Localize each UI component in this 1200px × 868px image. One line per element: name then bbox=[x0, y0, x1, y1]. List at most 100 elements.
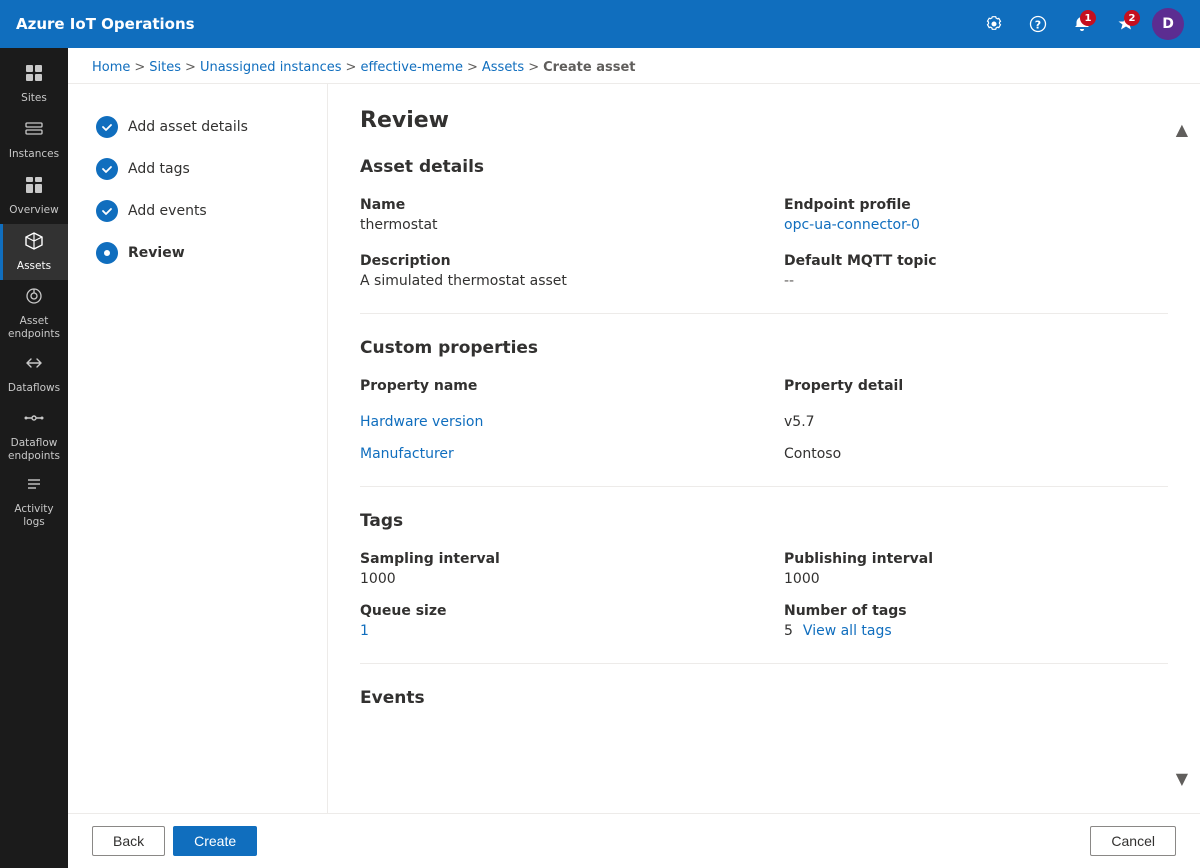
breadcrumb-assets[interactable]: Assets bbox=[482, 60, 524, 75]
sidebar-label-overview: Overview bbox=[9, 204, 58, 217]
step-label-4: Review bbox=[128, 245, 185, 261]
sidebar-item-overview[interactable]: Overview bbox=[0, 168, 68, 224]
settings-button[interactable] bbox=[976, 6, 1012, 42]
review-title: Review bbox=[360, 108, 1168, 133]
dataflow-endpoints-icon bbox=[24, 408, 44, 433]
section-asset-details-title: Asset details bbox=[360, 157, 1168, 177]
top-nav: Azure IoT Operations ? 1 2 D bbox=[0, 0, 1200, 48]
sidebar-item-sites[interactable]: Sites bbox=[0, 56, 68, 112]
mqtt-value: -- bbox=[784, 273, 1168, 289]
publishing-value: 1000 bbox=[784, 571, 1168, 587]
step-circle-4 bbox=[96, 242, 118, 264]
queue-value: 1 bbox=[360, 623, 744, 639]
queue-label: Queue size bbox=[360, 603, 744, 619]
overview-icon bbox=[24, 175, 44, 200]
review-content: Review Asset details Name thermostat End… bbox=[328, 84, 1200, 813]
sidebar-label-assets: Assets bbox=[17, 260, 51, 273]
divider-3 bbox=[360, 663, 1168, 664]
property-value-0: v5.7 bbox=[784, 414, 1168, 430]
num-tags-value: 5 bbox=[784, 623, 793, 639]
step-circle-3 bbox=[96, 200, 118, 222]
step-label-3: Add events bbox=[128, 203, 207, 219]
breadcrumb-unassigned[interactable]: Unassigned instances bbox=[200, 60, 342, 75]
content-area: Home > Sites > Unassigned instances > ef… bbox=[68, 48, 1200, 868]
property-name-header: Property name bbox=[360, 378, 744, 394]
wizard-sidebar: Add asset details Add tags Add events bbox=[68, 84, 328, 813]
detail-queue: Queue size 1 bbox=[360, 603, 744, 639]
step-circle-2 bbox=[96, 158, 118, 180]
assets-icon bbox=[24, 231, 44, 256]
svg-text:?: ? bbox=[1035, 19, 1041, 32]
tags-grid-2: Queue size 1 Number of tags 5 View all t… bbox=[360, 603, 1168, 639]
sampling-value: 1000 bbox=[360, 571, 744, 587]
mqtt-label: Default MQTT topic bbox=[784, 253, 1168, 269]
breadcrumb-home[interactable]: Home bbox=[92, 60, 130, 75]
sidebar-item-dataflows[interactable]: Dataflows bbox=[0, 346, 68, 402]
property-row-1: Manufacturer Contoso bbox=[360, 446, 1168, 462]
property-row-0: Hardware version v5.7 bbox=[360, 414, 1168, 430]
description-value: A simulated thermostat asset bbox=[360, 273, 744, 289]
sidebar-label-activity-logs: Activity logs bbox=[4, 503, 64, 528]
detail-name: Name thermostat bbox=[360, 197, 744, 233]
breadcrumb-current: Create asset bbox=[543, 60, 635, 75]
property-value-1: Contoso bbox=[784, 446, 1168, 462]
sidebar-label-sites: Sites bbox=[21, 92, 47, 105]
property-name-1: Manufacturer bbox=[360, 446, 744, 462]
scroll-down-indicator: ▼ bbox=[1176, 769, 1188, 788]
property-name-0: Hardware version bbox=[360, 414, 744, 430]
breadcrumb: Home > Sites > Unassigned instances > ef… bbox=[68, 48, 1200, 84]
help-button[interactable]: ? bbox=[1020, 6, 1056, 42]
sidebar-label-dataflow-endpoints: Dataflow endpoints bbox=[4, 437, 64, 462]
endpoint-label: Endpoint profile bbox=[784, 197, 1168, 213]
step-label-1: Add asset details bbox=[128, 119, 248, 135]
detail-num-tags: Number of tags 5 View all tags bbox=[784, 603, 1168, 639]
inner-layout: Add asset details Add tags Add events bbox=[68, 84, 1200, 813]
top-nav-icons: ? 1 2 D bbox=[976, 6, 1184, 42]
detail-description: Description A simulated thermostat asset bbox=[360, 253, 744, 289]
sidebar: Sites Instances Overview bbox=[0, 48, 68, 868]
dataflows-icon bbox=[24, 353, 44, 378]
wizard-step-add-tags[interactable]: Add tags bbox=[84, 150, 311, 188]
custom-properties-header: Property name Property detail bbox=[360, 378, 1168, 398]
step-label-2: Add tags bbox=[128, 161, 190, 177]
wizard-step-add-asset-details[interactable]: Add asset details bbox=[84, 108, 311, 146]
sidebar-item-assets[interactable]: Assets bbox=[0, 224, 68, 280]
wizard-step-review[interactable]: Review bbox=[84, 234, 311, 272]
cancel-button[interactable]: Cancel bbox=[1090, 826, 1176, 856]
publishing-label: Publishing interval bbox=[784, 551, 1168, 567]
sites-icon bbox=[24, 63, 44, 88]
main-layout: Sites Instances Overview bbox=[0, 48, 1200, 868]
description-label: Description bbox=[360, 253, 744, 269]
step-circle-1 bbox=[96, 116, 118, 138]
user-avatar[interactable]: D bbox=[1152, 8, 1184, 40]
sidebar-label-asset-endpoints: Asset endpoints bbox=[4, 315, 64, 340]
name-label: Name bbox=[360, 197, 744, 213]
detail-mqtt: Default MQTT topic -- bbox=[784, 253, 1168, 289]
scroll-up-indicator: ▲ bbox=[1176, 120, 1188, 139]
name-value: thermostat bbox=[360, 217, 744, 233]
breadcrumb-sites[interactable]: Sites bbox=[149, 60, 181, 75]
asset-endpoints-icon bbox=[24, 286, 44, 311]
notifications1-badge: 1 bbox=[1080, 10, 1096, 26]
detail-endpoint: Endpoint profile opc-ua-connector-0 bbox=[784, 197, 1168, 233]
view-all-tags-link[interactable]: View all tags bbox=[803, 623, 892, 639]
tags-grid-1: Sampling interval 1000 Publishing interv… bbox=[360, 551, 1168, 587]
breadcrumb-effective-meme[interactable]: effective-meme bbox=[360, 60, 463, 75]
sidebar-item-instances[interactable]: Instances bbox=[0, 112, 68, 168]
notifications2-button[interactable]: 2 bbox=[1108, 6, 1144, 42]
detail-sampling: Sampling interval 1000 bbox=[360, 551, 744, 587]
property-detail-header: Property detail bbox=[784, 378, 1168, 394]
section-custom-properties-title: Custom properties bbox=[360, 338, 1168, 358]
create-button[interactable]: Create bbox=[173, 826, 257, 856]
notifications2-badge: 2 bbox=[1124, 10, 1140, 26]
notifications1-button[interactable]: 1 bbox=[1064, 6, 1100, 42]
sidebar-item-activity-logs[interactable]: Activity logs bbox=[0, 468, 68, 534]
detail-publishing: Publishing interval 1000 bbox=[784, 551, 1168, 587]
back-button[interactable]: Back bbox=[92, 826, 165, 856]
sidebar-item-dataflow-endpoints[interactable]: Dataflow endpoints bbox=[0, 402, 68, 468]
footer: Back Create Cancel bbox=[68, 813, 1200, 868]
sidebar-item-asset-endpoints[interactable]: Asset endpoints bbox=[0, 280, 68, 346]
wizard-step-add-events[interactable]: Add events bbox=[84, 192, 311, 230]
section-tags-title: Tags bbox=[360, 511, 1168, 531]
num-tags-label: Number of tags bbox=[784, 603, 1168, 619]
